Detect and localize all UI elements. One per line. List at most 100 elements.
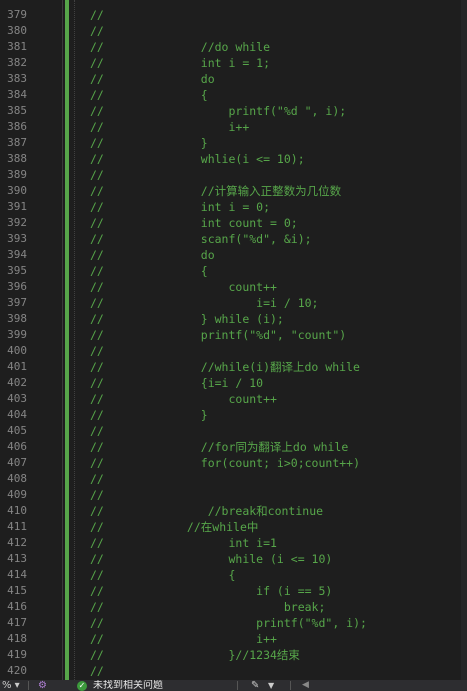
line-number: 382	[7, 56, 27, 69]
status-divider	[28, 681, 29, 690]
code-line[interactable]: // int i = 1;	[90, 55, 270, 71]
line-number: 405	[7, 424, 27, 437]
code-line[interactable]: // do	[90, 71, 215, 87]
line-number: 415	[7, 584, 27, 597]
issues-status-text[interactable]: 未找到相关问题	[93, 680, 163, 691]
chevron-down-icon[interactable]: ▼	[268, 680, 274, 691]
code-line[interactable]: // printf("%d", "count")	[90, 327, 346, 343]
line-number: 397	[7, 296, 27, 309]
line-number: 412	[7, 536, 27, 549]
indent-guide	[74, 0, 76, 680]
code-line[interactable]: // i=i / 10;	[90, 295, 318, 311]
fold-margin	[62, 0, 63, 680]
line-number: 396	[7, 280, 27, 293]
vertical-scrollbar[interactable]	[461, 0, 467, 680]
line-number: 413	[7, 552, 27, 565]
arrow-left-icon[interactable]: ◀	[302, 680, 309, 691]
code-line[interactable]: // whlie(i <= 10);	[90, 151, 305, 167]
code-line[interactable]: // //在while中	[90, 519, 258, 535]
code-line[interactable]: // } while (i);	[90, 311, 284, 327]
code-line[interactable]: // while (i <= 10)	[90, 551, 332, 567]
code-line[interactable]: // {	[90, 567, 235, 583]
code-line[interactable]: //	[90, 23, 104, 39]
status-divider	[237, 681, 238, 690]
line-number: 389	[7, 168, 27, 181]
line-number: 388	[7, 152, 27, 165]
code-line[interactable]: // if (i == 5)	[90, 583, 332, 599]
code-line[interactable]: //	[90, 487, 104, 503]
line-number: 400	[7, 344, 27, 357]
line-number: 384	[7, 88, 27, 101]
line-number: 414	[7, 568, 27, 581]
code-line[interactable]: // i++	[90, 631, 277, 647]
line-number: 386	[7, 120, 27, 133]
code-line[interactable]: // count++	[90, 391, 277, 407]
status-bar: % ▾ ⚙ ✓ 未找到相关问题 ✎ ▼ ◀	[0, 680, 467, 691]
line-number: 407	[7, 456, 27, 469]
line-number: 404	[7, 408, 27, 421]
line-number: 387	[7, 136, 27, 149]
code-line[interactable]: //	[90, 423, 104, 439]
code-line[interactable]: // int i = 0;	[90, 199, 270, 215]
code-line[interactable]: //	[90, 343, 104, 359]
line-number: 399	[7, 328, 27, 341]
code-line[interactable]: // count++	[90, 279, 277, 295]
line-number: 410	[7, 504, 27, 517]
code-line[interactable]: // break;	[90, 599, 325, 615]
line-number: 394	[7, 248, 27, 261]
line-number: 408	[7, 472, 27, 485]
check-circle-icon[interactable]: ✓	[77, 681, 87, 691]
line-number: 385	[7, 104, 27, 117]
code-line[interactable]: // //while(i)翻译上do while	[90, 359, 360, 375]
line-number: 411	[7, 520, 27, 533]
code-line[interactable]: // i++	[90, 119, 249, 135]
code-line[interactable]: // {i=i / 10	[90, 375, 263, 391]
code-line[interactable]: // //计算输入正整数为几位数	[90, 183, 341, 199]
line-number: 383	[7, 72, 27, 85]
line-number: 393	[7, 232, 27, 245]
line-number: 401	[7, 360, 27, 373]
code-line[interactable]: // scanf("%d", &i);	[90, 231, 312, 247]
code-line[interactable]: // }//1234结束	[90, 647, 300, 663]
line-number: 390	[7, 184, 27, 197]
code-line[interactable]: // //do while	[90, 39, 270, 55]
line-number: 398	[7, 312, 27, 325]
line-number: 379	[7, 8, 27, 21]
code-line[interactable]: // int i=1	[90, 535, 277, 551]
code-line[interactable]: // for(count; i>0;count++)	[90, 455, 360, 471]
code-line[interactable]: // {	[90, 263, 208, 279]
gear-icon[interactable]: ⚙	[38, 680, 47, 691]
code-line[interactable]: //	[90, 471, 104, 487]
code-line[interactable]: // }	[90, 407, 208, 423]
line-number: 381	[7, 40, 27, 53]
line-number: 420	[7, 664, 27, 677]
code-line[interactable]: // {	[90, 87, 208, 103]
line-number: 391	[7, 200, 27, 213]
status-divider	[290, 681, 291, 690]
line-number: 380	[7, 24, 27, 37]
line-number: 419	[7, 648, 27, 661]
code-line[interactable]: // //for同为翻译上do while	[90, 439, 348, 455]
code-line[interactable]: // printf("%d", i);	[90, 615, 367, 631]
code-line[interactable]: //	[90, 167, 104, 183]
line-number: 418	[7, 632, 27, 645]
brush-icon[interactable]: ✎	[251, 680, 259, 691]
code-line[interactable]: // }	[90, 135, 208, 151]
zoom-level-dropdown[interactable]: % ▾	[2, 680, 20, 691]
code-line[interactable]: // do	[90, 247, 215, 263]
line-number: 406	[7, 440, 27, 453]
line-number: 409	[7, 488, 27, 501]
line-number: 392	[7, 216, 27, 229]
line-number: 402	[7, 376, 27, 389]
change-tracking-bar	[65, 0, 69, 680]
line-number-gutter: 379 380 381 382 383 384 385 386 387 388 389 390 391 3…	[0, 0, 56, 680]
code-line[interactable]: // //break和continue	[90, 503, 323, 519]
code-line[interactable]: // int count = 0;	[90, 215, 298, 231]
code-line[interactable]: //	[90, 663, 104, 679]
code-line[interactable]: // printf("%d ", i);	[90, 103, 346, 119]
code-editor[interactable]: 379 380 381 382 383 384 385 386 387 388 389 390 391 3…	[0, 0, 467, 680]
line-number: 403	[7, 392, 27, 405]
line-number: 416	[7, 600, 27, 613]
line-number: 395	[7, 264, 27, 277]
code-line[interactable]: //	[90, 7, 104, 23]
